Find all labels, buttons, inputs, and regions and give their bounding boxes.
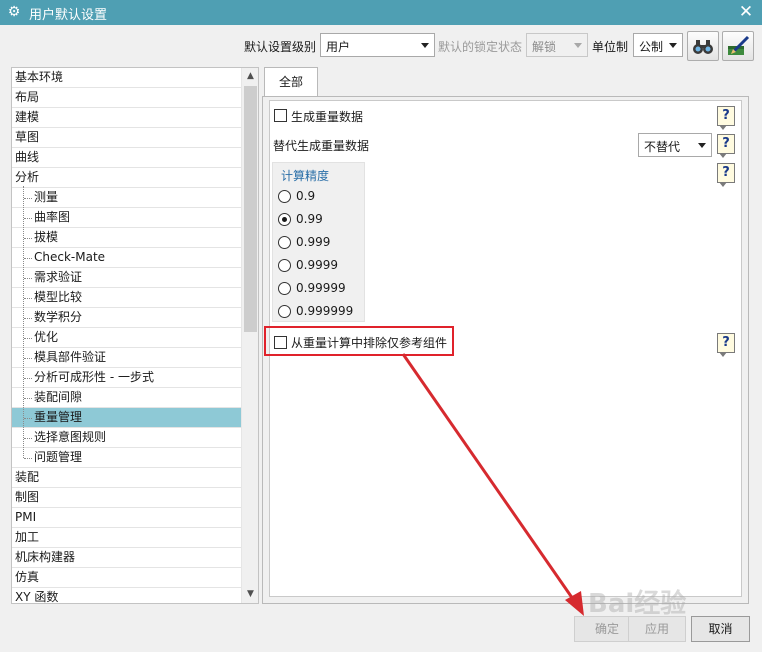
apply-button[interactable]: 应用 bbox=[628, 616, 686, 642]
cancel-button[interactable]: 取消 bbox=[691, 616, 750, 642]
annotation-arrow bbox=[401, 353, 584, 616]
